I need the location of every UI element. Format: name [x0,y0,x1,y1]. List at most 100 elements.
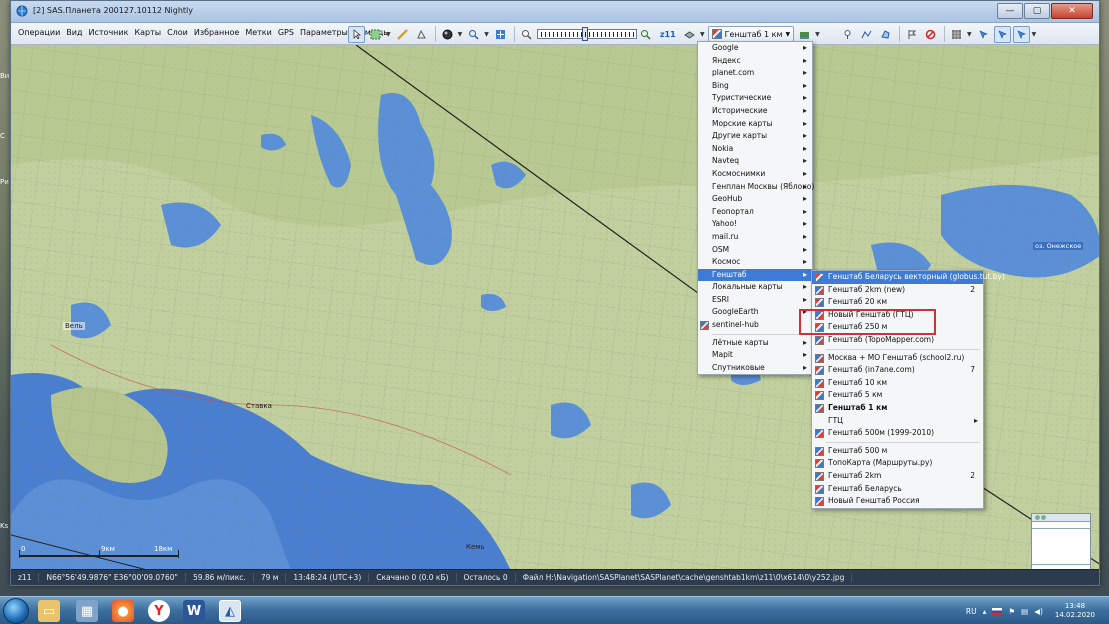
zoom-tool-button[interactable] [465,26,482,43]
map-source-menu-item[interactable]: Локальные карты [698,281,812,294]
chevron-down-icon[interactable]: ▼ [815,31,820,38]
action-center-flag-icon[interactable]: ⚑ [1008,607,1015,616]
genshtab-menu-item[interactable]: ТопоКарта (Маршруты.ру) [812,457,983,470]
map-source-menu-item[interactable]: GoogleEarth [698,306,812,319]
pointer-tool-button[interactable] [348,25,365,43]
map-source-menu-item[interactable]: planet.com [698,67,812,80]
chevron-down-icon[interactable]: ▼ [484,31,489,38]
layers-button[interactable] [681,26,698,43]
minimize-button[interactable]: — [997,3,1023,19]
chevron-down-icon[interactable]: ▼ [1032,31,1037,38]
genshtab-menu-item[interactable]: Генштаб Беларусь векторный (globus.tut.b… [812,271,1005,284]
polygon-button[interactable] [413,26,430,43]
genshtab-menu-item[interactable]: Генштаб 500м (1999-2010) [812,427,983,440]
genshtab-menu-item[interactable]: Новый Генштаб Россия [812,495,983,508]
add-polygon-button[interactable] [877,26,894,43]
hide-marks-button[interactable] [922,26,939,43]
satellite-layer-button[interactable] [796,26,813,43]
map-source-menu-item[interactable]: sentinel-hub [698,319,812,332]
map-source-menu-item[interactable]: Yahoo! [698,218,812,231]
map-source-menu-item[interactable]: Nokia [698,143,812,156]
genshtab-menu-item[interactable]: Генштаб (TopoMapper.com) [812,334,983,347]
add-path-button[interactable] [858,26,875,43]
map-source-menu-item[interactable]: Спутниковые [698,362,812,375]
map-source-menu-item[interactable]: GeoHub [698,193,812,206]
map-source-menu-item[interactable]: Яндекс [698,55,812,68]
network-icon[interactable]: ▤ [1021,607,1028,616]
map-source-menu-item[interactable]: mail.ru [698,231,812,244]
chevron-down-icon[interactable]: ▼ [700,31,705,38]
ruler-button[interactable] [394,26,411,43]
word-icon[interactable]: W [183,600,205,622]
menu-favorites[interactable]: Избранное [191,28,242,37]
map-source-menu-item[interactable]: Генштаб [698,268,812,282]
clock[interactable]: 13:48 14.02.2020 [1055,602,1095,620]
zoom-in-button[interactable] [637,26,654,43]
zoom-out-button[interactable] [518,26,535,43]
gps-center-button[interactable] [1012,25,1030,43]
map-source-menu-item[interactable]: Геопортал [698,206,812,219]
language-indicator[interactable]: RU [966,607,977,616]
menu-operations[interactable]: Операции [15,28,63,37]
flag-icon[interactable] [992,607,1003,615]
genshtab-menu-item[interactable]: Генштаб (in7ane.com) 7 [812,364,983,377]
minimap[interactable] [1031,513,1091,571]
menu-layers[interactable]: Слои [164,28,191,37]
map-source-menu-item[interactable]: Лётные карты [698,337,812,350]
menu-maps[interactable]: Карты [131,28,164,37]
marks-manager-button[interactable] [903,26,920,43]
calculator-icon[interactable]: ▦ [76,600,98,622]
map-source-dropdown[interactable]: Генштаб 1 км ▼ [707,26,795,42]
minimap-zoom-in-icon[interactable] [1035,515,1040,520]
map-source-menu-item[interactable]: Космоснимки [698,168,812,181]
start-button[interactable] [3,598,29,624]
genshtab-menu-item[interactable]: Генштаб 2km 2 [812,470,983,483]
genshtab-menu-item[interactable]: Генштаб 500 м [812,445,983,458]
tray-expand-icon[interactable]: ▴ [983,607,987,616]
map-source-menu-item[interactable]: Mapit [698,349,812,362]
map-source-menu-item[interactable]: Морские карты [698,118,812,131]
menu-gps[interactable]: GPS [275,28,297,37]
menu-view[interactable]: Вид [63,28,85,37]
menu-settings[interactable]: Параметры [297,28,351,37]
minimap-zoom-out-icon[interactable] [1041,515,1046,520]
menu-marks[interactable]: Метки [242,28,275,37]
genshtab-menu-item[interactable]: Генштаб 2km (new) 2 [812,284,983,297]
map-source-menu-item[interactable]: Исторические [698,105,812,118]
grid-button[interactable] [948,26,965,43]
map-source-menu-item[interactable]: Bing [698,80,812,93]
sasplanet-task-icon[interactable]: ◭ [219,600,241,622]
genshtab-menu-item[interactable]: Генштаб 1 км [812,402,983,415]
explorer-icon[interactable]: ▭ [38,600,60,622]
menu-source[interactable]: Источник [86,28,132,37]
globe-view-button[interactable] [439,26,456,43]
title-bar[interactable]: [2] SAS.Планета 200127.10112 Nightly — ▢… [11,1,1099,23]
genshtab-menu-item[interactable]: Москва + МО Генштаб (school2.ru) [812,352,983,365]
genshtab-menu-item[interactable]: ГТЦ [812,415,983,428]
gps-button[interactable] [975,26,992,43]
add-placemark-button[interactable] [839,26,856,43]
map-source-menu-item[interactable]: Генплан Москвы (Яблоко) [698,181,814,194]
firefox-icon[interactable]: ● [112,600,134,622]
chevron-down-icon[interactable]: ▼ [458,31,463,38]
genshtab-menu-item[interactable]: Генштаб 10 км [812,377,983,390]
map-source-menu-item[interactable]: Navteq [698,155,812,168]
chevron-down-icon[interactable]: ▼ [967,31,972,38]
zoom-slider[interactable] [536,27,637,41]
genshtab-menu-item[interactable]: Генштаб Беларусь [812,483,983,496]
map-source-menu-item[interactable]: ESRI [698,294,812,307]
volume-icon[interactable]: ◀) [1034,607,1043,616]
fullscreen-button[interactable] [492,26,509,43]
chevron-down-icon[interactable]: ▼ [386,31,391,38]
map-source-menu-item[interactable]: Космос [698,256,812,269]
genshtab-menu-item[interactable]: Генштаб 5 км [812,389,983,402]
maximize-button[interactable]: ▢ [1024,3,1050,19]
map-source-menu-item[interactable]: OSM [698,244,812,257]
map-source-menu-item[interactable]: Google [698,42,812,55]
map-source-menu-item[interactable]: Туристические [698,92,812,105]
map-source-menu-item[interactable]: Другие карты [698,130,812,143]
yandex-browser-icon[interactable]: Y [148,600,170,622]
genshtab-menu-item[interactable]: Генштаб 20 км [812,296,983,309]
select-area-button[interactable] [367,26,384,43]
gps-follow-button[interactable] [993,25,1011,43]
